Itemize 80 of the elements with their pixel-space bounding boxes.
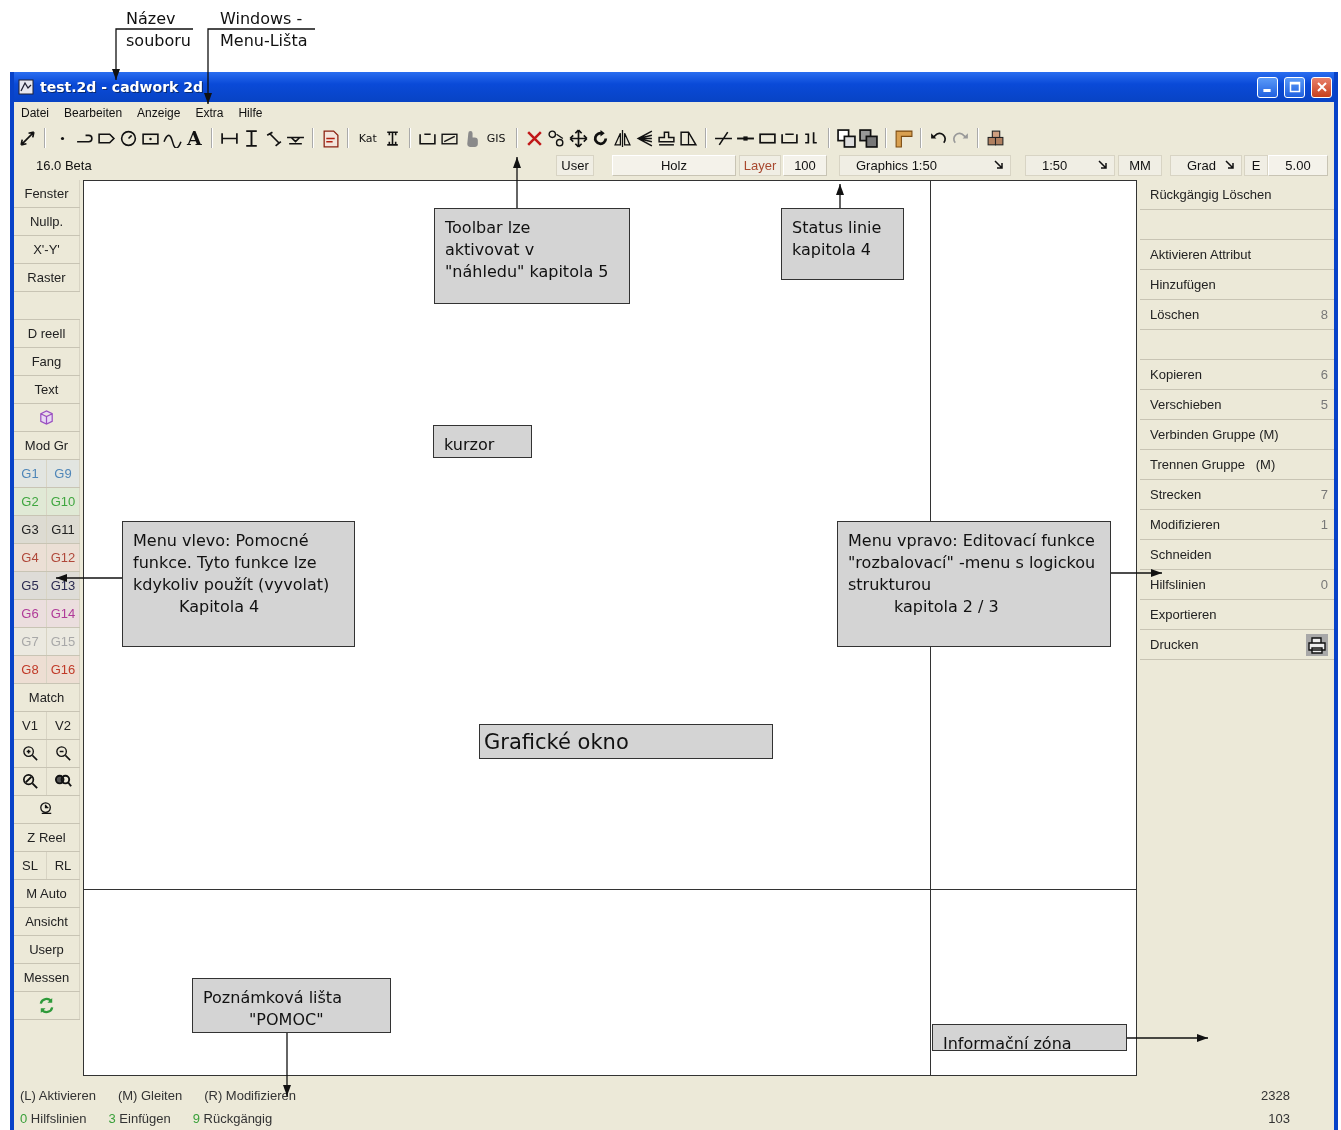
mouse-hint: (M) Gleiten xyxy=(117,1088,183,1103)
dropdown-arrow-icon xyxy=(1223,158,1237,172)
version-label: 16.0 Beta xyxy=(36,157,92,173)
circles-icon[interactable] xyxy=(546,128,566,148)
status-label: MM xyxy=(1118,154,1162,176)
maximize-icon xyxy=(1288,81,1301,93)
mouse-hint: (L) Aktivieren xyxy=(20,1088,96,1103)
stamp-icon[interactable] xyxy=(656,128,676,148)
annotation-callout: Status linie kapitola 4 xyxy=(781,208,904,280)
menu-item[interactable]: Hilfe xyxy=(237,106,264,120)
leader-arrow xyxy=(1110,569,1163,577)
annotation-callout: Menu vlevo: Pomocné funkce. Tyto funkce lze kdykoliv použít (vyvolat) Kapitola 4 xyxy=(122,521,355,647)
status-label: E xyxy=(1244,154,1268,176)
zoom-in-icon[interactable] xyxy=(20,744,40,763)
leader-arrow xyxy=(836,183,844,209)
status-field[interactable]: 5.00 xyxy=(1268,154,1328,176)
minimize-icon xyxy=(1262,88,1271,92)
counter-value: 2328 xyxy=(1261,1088,1290,1103)
annotation-callout: Menu vpravo: Editovací funkce "rozbalovací" -menu s logickou strukturou kapitola 2 / 3 xyxy=(837,521,1111,647)
annotation-callout: Informační zóna xyxy=(932,1024,1127,1051)
mouse-hint: (R) Modifizieren xyxy=(204,1088,296,1103)
fan-lines-icon[interactable] xyxy=(634,128,654,148)
overlapping-squares-icon[interactable] xyxy=(836,128,856,148)
refresh-icon[interactable] xyxy=(37,996,56,1015)
sheet-icon[interactable] xyxy=(678,128,698,148)
mirror-icon[interactable] xyxy=(612,128,632,148)
status-label: User xyxy=(556,154,594,176)
key-hint: 3 Einfügen xyxy=(108,1111,171,1126)
dropdown-arrow-icon xyxy=(992,158,1006,172)
side-button[interactable]: G8 xyxy=(14,656,47,683)
move-icon[interactable] xyxy=(568,128,588,148)
menu-item[interactable]: Datei xyxy=(20,106,50,120)
status-dropdown[interactable]: 1:50 xyxy=(1025,154,1115,176)
menu-item[interactable]: Bearbeiten xyxy=(63,106,124,120)
status-field[interactable]: Holz xyxy=(612,154,736,176)
status-dropdown[interactable]: Grad xyxy=(1170,154,1242,176)
annotation-callout: Grafické okno xyxy=(479,724,773,759)
annotation-callout: Poznámková lišta "POMOC" xyxy=(192,978,391,1033)
toolbar-button[interactable]: GIS xyxy=(483,131,509,145)
cube-icon[interactable] xyxy=(37,408,56,427)
status-dropdown[interactable]: Graphics 1:50 xyxy=(839,154,1011,176)
menu-item[interactable]: Anzeige xyxy=(136,106,182,120)
status-label: Layer xyxy=(739,154,781,176)
stacked-squares-icon[interactable] xyxy=(858,128,878,148)
window-title: test.2d - cadwork 2d xyxy=(40,79,205,95)
minimize-button[interactable] xyxy=(1257,76,1278,98)
side-button[interactable]: G12 xyxy=(47,544,80,571)
side-button[interactable]: G13 xyxy=(47,572,80,599)
side-button[interactable]: G4 xyxy=(14,544,47,571)
dropdown-arrow-icon xyxy=(1096,158,1110,172)
annotation-callout: kurzor xyxy=(433,425,532,458)
side-button[interactable]: G16 xyxy=(47,656,80,683)
key-hint: 0 Hilfslinien xyxy=(20,1111,87,1126)
annotation-label: Název souboru xyxy=(126,8,192,52)
status-field[interactable]: 100 xyxy=(783,154,827,176)
menu-item[interactable]: Extra xyxy=(194,106,225,120)
close-button[interactable] xyxy=(1311,76,1332,98)
zoom-out-icon[interactable] xyxy=(53,744,73,763)
key-hint: 9 Rückgängig xyxy=(192,1111,273,1126)
annotation-callout: Toolbar lze aktivovat v "náhledu" kapitola 5 xyxy=(434,208,630,304)
maximize-button[interactable] xyxy=(1284,76,1305,98)
side-button[interactable]: G6 xyxy=(14,600,47,627)
magnifier-icon[interactable] xyxy=(20,772,40,791)
toolbar-button[interactable]: Kat xyxy=(355,131,380,145)
text-tool[interactable]: A xyxy=(185,127,204,149)
side-button[interactable]: G11 xyxy=(47,516,80,543)
side-button[interactable]: G14 xyxy=(47,600,80,627)
circle-icon[interactable] xyxy=(119,128,138,148)
corner-joint-icon[interactable] xyxy=(893,128,913,148)
annotation-label: Windows - Menu-Lišta xyxy=(220,8,309,52)
counter-value: 103 xyxy=(1268,1111,1290,1126)
side-button[interactable]: G3 xyxy=(14,516,47,543)
leader-arrow xyxy=(513,156,521,209)
close-icon xyxy=(1315,81,1328,93)
blocks-icon[interactable] xyxy=(985,128,1005,148)
app-icon xyxy=(18,79,34,95)
double-arrow-icon[interactable] xyxy=(18,128,37,148)
leader-arrow xyxy=(55,574,123,582)
side-button[interactable]: G5 xyxy=(14,572,47,599)
printer-icon xyxy=(1306,633,1328,656)
